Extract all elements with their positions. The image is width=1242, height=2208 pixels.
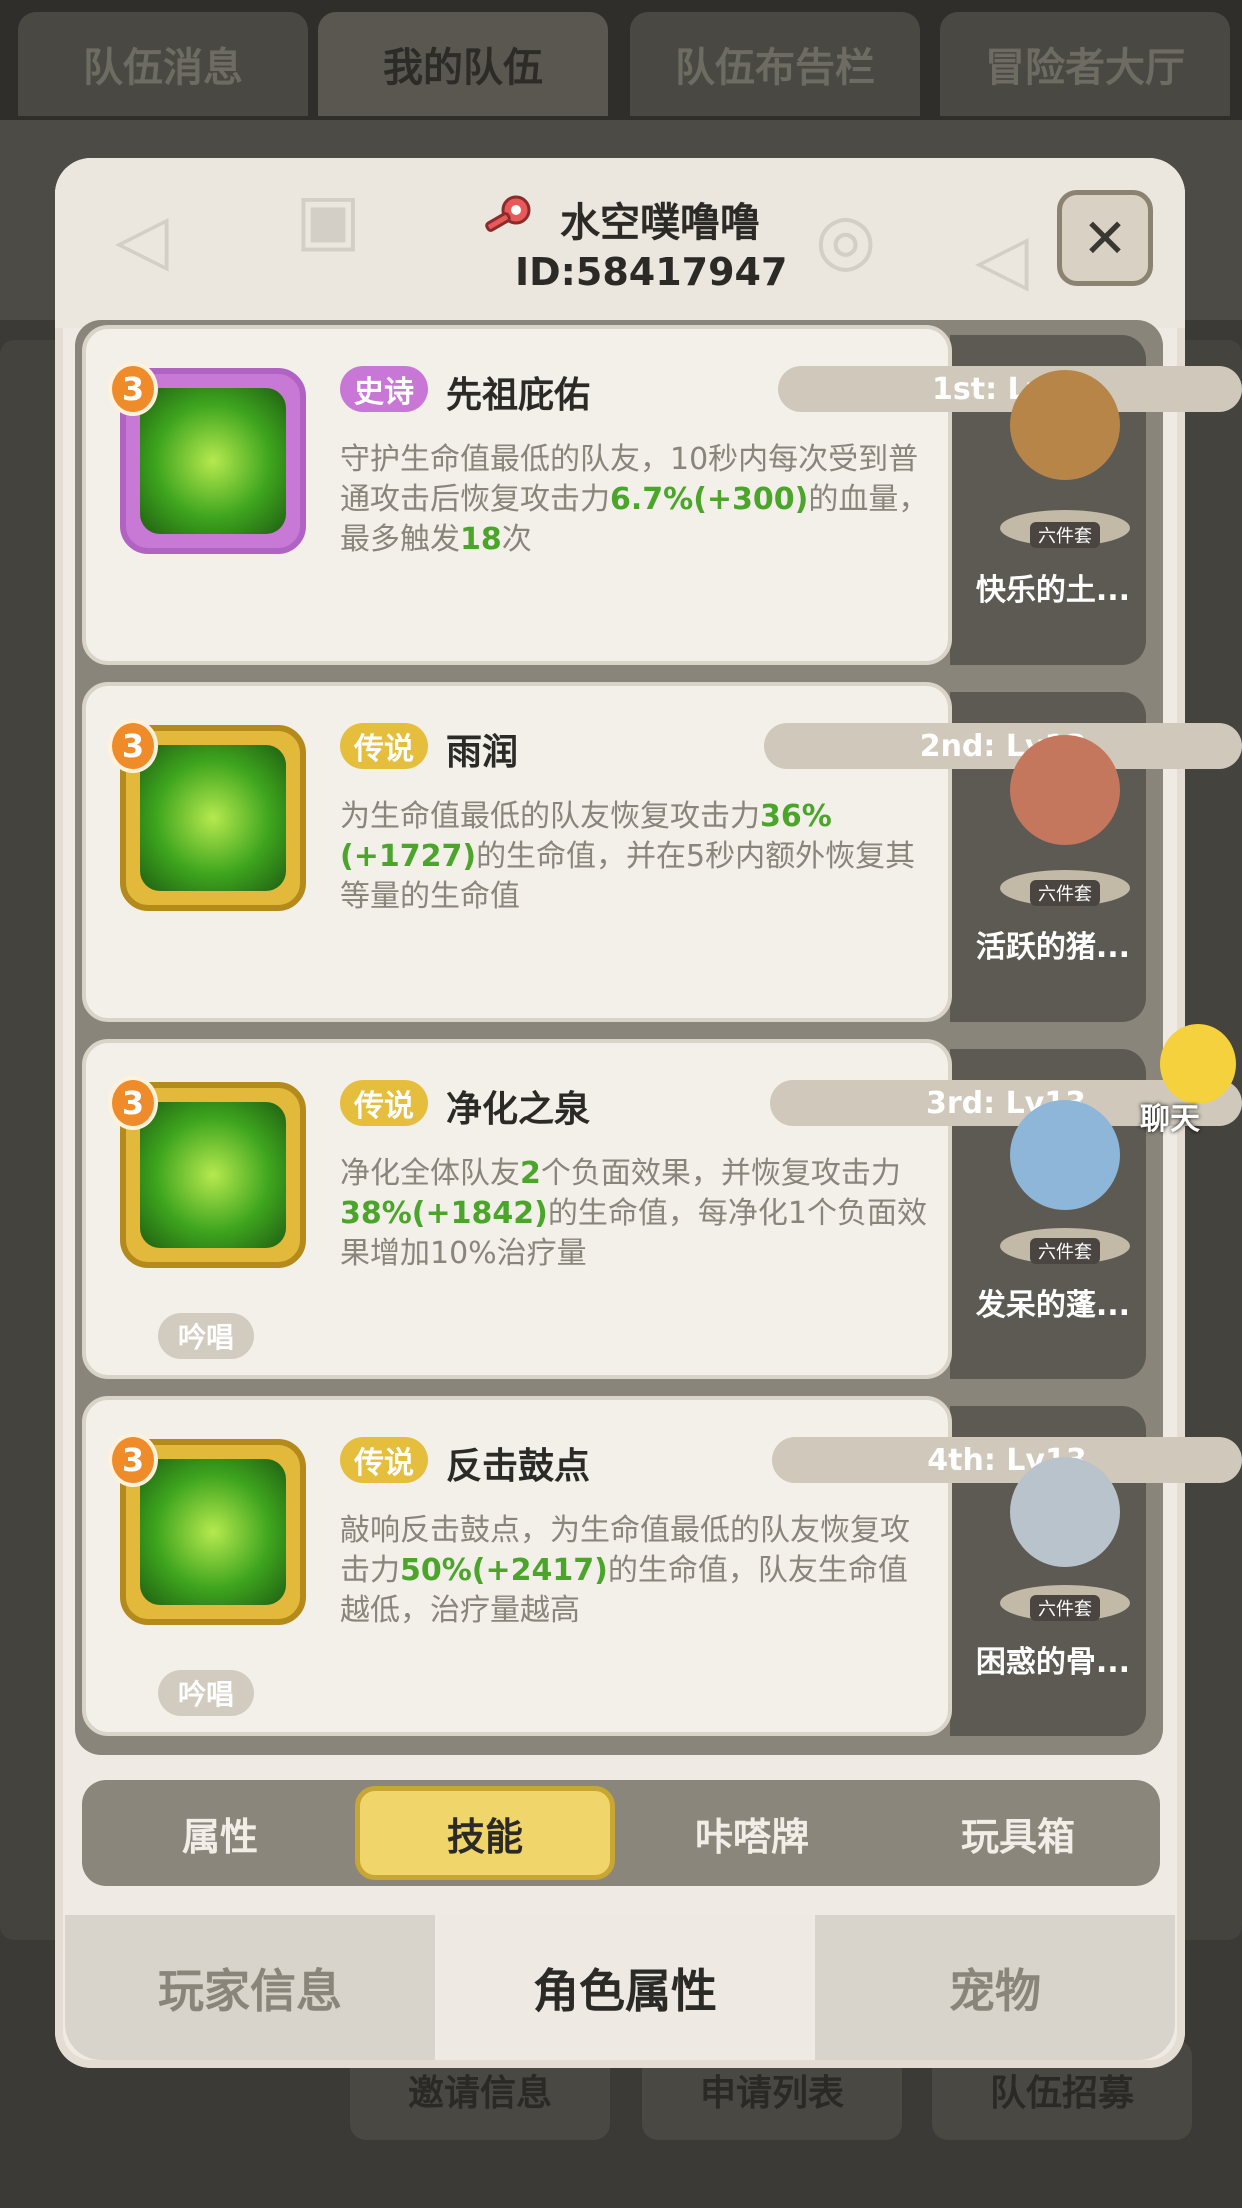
- tab-skills[interactable]: 技能: [355, 1786, 615, 1880]
- pet-name-3: 发呆的蓬...: [975, 1288, 1131, 1323]
- chant-badge-4: 吟唱: [158, 1670, 254, 1716]
- tab-player-info[interactable]: 玩家信息: [65, 1915, 435, 2060]
- close-icon: ✕: [1082, 206, 1128, 270]
- skill-name-1: 先祖庇佑: [446, 375, 591, 416]
- rarity-badge-3: 传说: [340, 1080, 428, 1126]
- rarity-badge-2: 传说: [340, 723, 428, 769]
- heal-cross-icon: [140, 745, 286, 891]
- player-id: ID:58417947: [515, 250, 788, 294]
- pet-figure-1: [1010, 370, 1120, 480]
- skill-level-badge-4: 3: [108, 1433, 158, 1487]
- tab-team-bulletin[interactable]: 队伍布告栏: [630, 12, 920, 116]
- chat-label: 聊天: [1140, 1102, 1200, 1137]
- pet-set-tag-4: 六件套: [1030, 1595, 1100, 1621]
- key-icon: [485, 195, 531, 232]
- pet-set-tag-1: 六件套: [1030, 522, 1100, 548]
- tab-card[interactable]: 咔嗒牌: [622, 1786, 882, 1880]
- pet-set-tag-2: 六件套: [1030, 880, 1100, 906]
- tab-role-attributes[interactable]: 角色属性: [438, 1915, 812, 2060]
- tab-attributes[interactable]: 属性: [90, 1786, 350, 1880]
- shield-icon: [140, 388, 286, 534]
- pet-figure-4: [1010, 1457, 1120, 1567]
- chat-face-icon: [1160, 1024, 1236, 1104]
- skill-level-badge-3: 3: [108, 1076, 158, 1130]
- decor-swirl-icon: ◎: [815, 198, 877, 280]
- pet-figure-2: [1010, 735, 1120, 845]
- chant-badge-3: 吟唱: [158, 1313, 254, 1359]
- skill-slot-4: 4th: Lv13: [772, 1437, 1242, 1483]
- decor-triangle-icon: ◁: [115, 198, 169, 280]
- player-name: 水空噗噜噜: [560, 200, 760, 246]
- skill-desc-4: 敲响反击鼓点，为生命值最低的队友恢复攻击力50%(+2417)的生命值，队友生命…: [340, 1513, 910, 1628]
- pet-name-4: 困惑的骨...: [975, 1645, 1131, 1680]
- skill-level-badge-1: 3: [108, 362, 158, 416]
- pet-name-1: 快乐的土...: [975, 573, 1131, 608]
- skill-desc-3: 净化全体队友2个负面效果，并恢复攻击力38%(+1842)的生命值，每净化1个负…: [340, 1156, 927, 1271]
- decor-face-icon: ▣: [295, 178, 362, 260]
- rarity-badge-4: 传说: [340, 1437, 428, 1483]
- drum-cross-icon: [140, 1459, 286, 1605]
- chat-button[interactable]: 聊天: [1120, 1024, 1240, 1144]
- tab-my-team[interactable]: 我的队伍: [318, 12, 608, 116]
- skill-desc-1: 守护生命值最低的队友，10秒内每次受到普通攻击后恢复攻击力6.7%(+300)的…: [340, 442, 929, 557]
- skill-level-badge-2: 3: [108, 719, 158, 773]
- tab-team-messages[interactable]: 队伍消息: [18, 12, 308, 116]
- skill-slot-1: 1st: Lv13: [778, 366, 1242, 412]
- pet-name-2: 活跃的猪...: [975, 930, 1131, 965]
- pet-figure-3: [1010, 1100, 1120, 1210]
- skill-name-4: 反击鼓点: [446, 1446, 591, 1487]
- skill-name-2: 雨润: [446, 732, 519, 773]
- pet-set-tag-3: 六件套: [1030, 1238, 1100, 1264]
- water-drop-icon: [140, 1102, 286, 1248]
- decor-triangle-icon: ◁: [975, 218, 1029, 300]
- tab-adventurer-hall[interactable]: 冒险者大厅: [940, 12, 1230, 116]
- skill-desc-2: 为生命值最低的队友恢复攻击力36%(+1727)的生命值，并在5秒内额外恢复其等…: [340, 799, 916, 914]
- close-button[interactable]: ✕: [1057, 190, 1153, 286]
- tab-toybox[interactable]: 玩具箱: [888, 1786, 1148, 1880]
- rarity-badge-1: 史诗: [340, 366, 428, 412]
- tab-pet[interactable]: 宠物: [815, 1915, 1175, 2060]
- skill-name-3: 净化之泉: [446, 1089, 591, 1130]
- skill-slot-2: 2nd: Lv13: [764, 723, 1242, 769]
